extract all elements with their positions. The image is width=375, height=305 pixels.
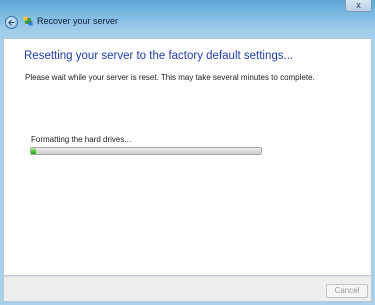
close-icon: x	[356, 0, 361, 10]
title-bar: Recover your server x	[0, 0, 375, 38]
reset-progress-bar	[30, 147, 262, 155]
progress-status-text: Formatting the hard drives...	[31, 135, 132, 144]
back-arrow-icon	[8, 19, 15, 26]
window-title: Recover your server	[37, 16, 119, 26]
recover-server-window: Recover your server x Resetting your ser…	[0, 0, 375, 305]
close-button[interactable]: x	[345, 0, 372, 12]
server-recovery-icon	[23, 16, 33, 26]
page-heading: Resetting your server to the factory def…	[24, 50, 294, 62]
wizard-content: Resetting your server to the factory def…	[3, 38, 372, 276]
wizard-footer: Cancel	[3, 276, 372, 302]
page-description: Please wait while your server is reset. …	[25, 73, 315, 82]
back-button[interactable]	[5, 16, 18, 29]
progress-fill	[31, 148, 36, 154]
cancel-button[interactable]: Cancel	[326, 284, 368, 298]
